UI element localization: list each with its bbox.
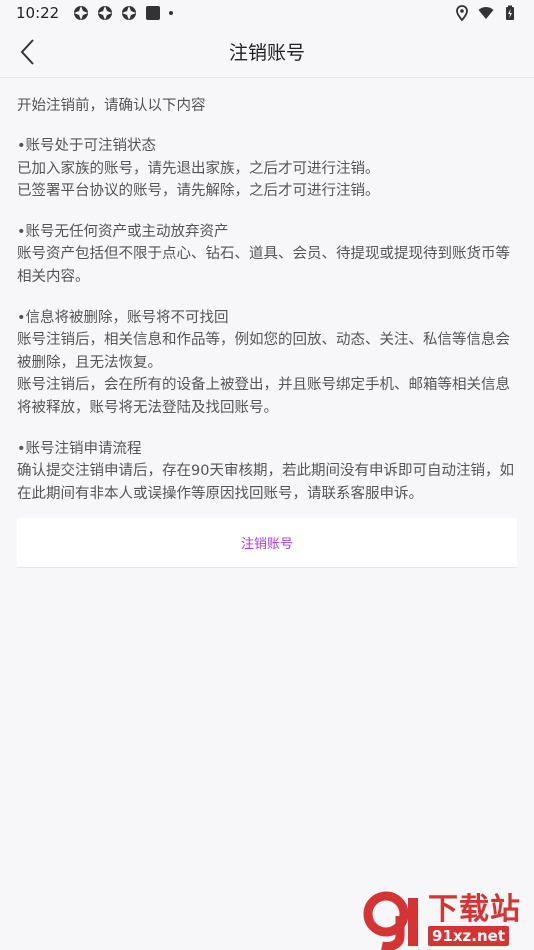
section-assets: •账号无任何资产或主动放弃资产 账号资产包括但不限于点心、钻石、道具、会员、待提… (17, 221, 517, 289)
watermark-url: 91xz.net (428, 926, 510, 946)
cancel-account-button[interactable]: 注销账号 (241, 533, 293, 552)
status-bar: 10:22 (0, 0, 534, 26)
notification-app-icon (98, 6, 113, 20)
section-line: 已签署平台协议的账号，请先解除，之后才可进行注销。 (17, 183, 380, 200)
section-data-deletion: •信息将被删除，账号将不可找回 账号注销后，相关信息和作品等，例如您的回放、动态… (17, 307, 517, 420)
more-notifications-icon (169, 11, 174, 15)
back-button[interactable] (12, 36, 42, 68)
location-icon (456, 5, 468, 21)
section-cancellable-state: •账号处于可注销状态 已加入家族的账号，请先退出家族，之后才可进行注销。 已签署… (17, 135, 517, 203)
status-time: 10:22 (16, 4, 60, 22)
status-right (454, 5, 518, 21)
intro-text: 开始注销前，请确认以下内容 (17, 98, 206, 114)
watermark-logo-icon (363, 891, 418, 950)
section-heading: •账号注销申请流程 (17, 440, 142, 457)
section-line: 账号注销后，会在所有的设备上被登出，并且账号绑定手机、邮箱等相关信息将被释放，账… (17, 377, 510, 416)
chevron-left-icon (20, 39, 34, 65)
nav-bar: 注销账号 (0, 26, 534, 78)
notice-content: 开始注销前，请确认以下内容 •账号处于可注销状态 已加入家族的账号，请先退出家族… (0, 78, 534, 505)
watermark-brand: 下载站 (428, 892, 521, 927)
section-heading: •信息将被删除，账号将不可找回 (17, 309, 229, 326)
section-line: 已加入家族的账号，请先退出家族，之后才可进行注销。 (17, 160, 380, 177)
section-application-process: •账号注销申请流程 确认提交注销申请后，存在90天审核期，若此期间没有申诉即可自… (17, 438, 517, 506)
notification-square-icon (146, 6, 161, 20)
section-line: 确认提交注销申请后，存在90天审核期，若此期间没有申诉即可自动注销，如在此期间有… (17, 463, 514, 502)
watermark-text: 下载站 91xz.net (428, 894, 521, 946)
notification-app-icon (122, 6, 137, 20)
battery-charging-icon (506, 5, 514, 20)
confirm-button-container: 注销账号 (17, 518, 517, 569)
notification-app-icon (74, 6, 89, 20)
section-line: 账号资产包括但不限于点心、钻石、道具、会员、待提现或提现待到账货币等相关内容。 (17, 246, 510, 285)
section-line: 账号注销后，相关信息和作品等，例如您的回放、动态、关注、私信等信息会被删除，且无… (17, 332, 510, 371)
status-left: 10:22 (16, 4, 174, 22)
section-heading: •账号处于可注销状态 (17, 138, 157, 154)
page-title: 注销账号 (228, 42, 305, 64)
wifi-icon (478, 7, 494, 19)
section-heading: •账号无任何资产或主动放弃资产 (17, 223, 229, 240)
watermark: 下载站 91xz.net (362, 890, 532, 950)
